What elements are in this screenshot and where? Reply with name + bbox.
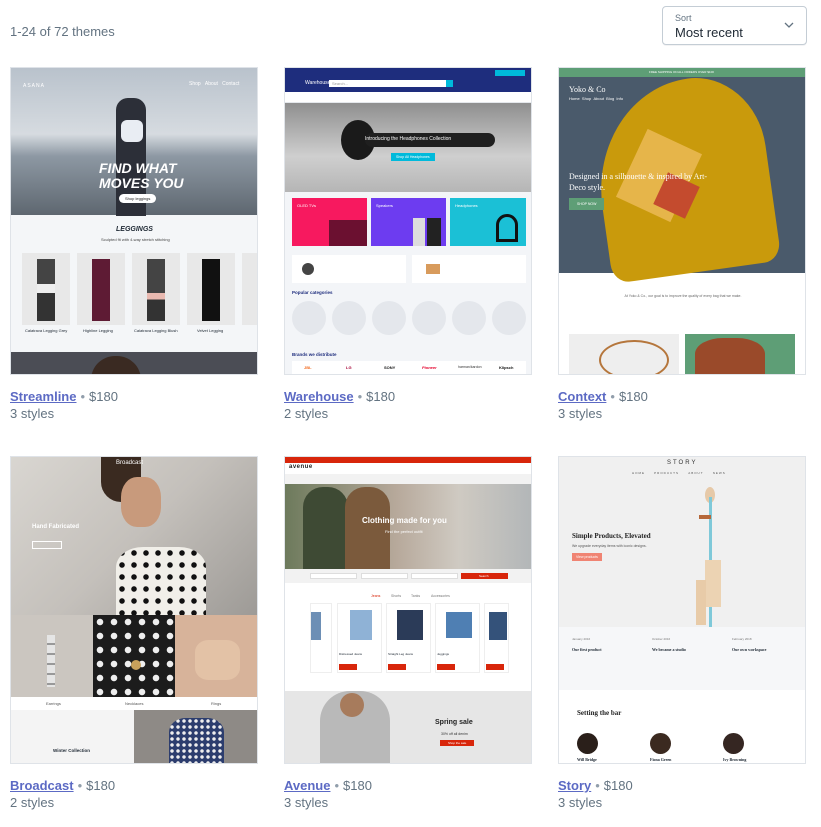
- theme-name-link[interactable]: Avenue: [284, 778, 330, 793]
- theme-styles-count: 3 styles: [10, 406, 55, 421]
- theme-name-link[interactable]: Broadcast: [10, 778, 74, 793]
- sort-select[interactable]: Sort Most recent: [662, 6, 807, 45]
- theme-name-link[interactable]: Streamline: [10, 389, 76, 404]
- theme-thumbnail[interactable]: Warehouse Search... Introducing the Head…: [284, 67, 532, 375]
- theme-styles-count: 3 styles: [558, 795, 603, 810]
- theme-card-context: FREE SHIPPING ON ALL ORDERS OVER $100 Yo…: [558, 67, 806, 421]
- theme-styles-count: 2 styles: [10, 795, 55, 810]
- theme-price: $180: [603, 778, 633, 793]
- theme-thumbnail[interactable]: STORY HOME PRODUCTS ABOUT NEWS Simple Pr…: [558, 456, 806, 764]
- theme-card-story: STORY HOME PRODUCTS ABOUT NEWS Simple Pr…: [558, 456, 806, 810]
- hero-title: FIND WHAT: [99, 160, 177, 176]
- hero-title: Clothing made for you: [362, 516, 447, 525]
- brand-logo: avenue: [289, 464, 313, 470]
- theme-styles-count: 3 styles: [284, 795, 329, 810]
- result-count: 1-24 of 72 themes: [10, 24, 115, 39]
- theme-styles-count: 3 styles: [558, 406, 603, 421]
- sort-value: Most recent: [675, 25, 743, 40]
- theme-name-link[interactable]: Story: [558, 778, 591, 793]
- theme-price: $180: [343, 778, 372, 793]
- hero-title: Designed in a silhouette & inspired by A…: [569, 172, 707, 192]
- theme-card-broadcast: Broadcast Hand Fabricated Earrings Neckl…: [10, 456, 258, 810]
- hero-image: [285, 103, 531, 192]
- theme-thumbnail[interactable]: avenue Clothing made for you Find the pe…: [284, 456, 532, 764]
- brand-logo: STORY: [667, 460, 698, 466]
- hero-image: [559, 457, 805, 627]
- brand-logo: ASANA: [23, 83, 45, 89]
- theme-price: $180: [366, 389, 396, 404]
- chevron-down-icon: [784, 22, 794, 28]
- theme-thumbnail[interactable]: ASANA Shop About Contact FIND WHAT MOVES…: [10, 67, 258, 375]
- theme-name-link[interactable]: Context: [558, 389, 606, 404]
- hero-title: Simple Products, Elevated: [572, 532, 651, 540]
- hero-cta: Shop leggings: [119, 194, 157, 203]
- theme-price: $180: [86, 778, 116, 793]
- sort-label: Sort: [675, 13, 692, 23]
- theme-card-avenue: avenue Clothing made for you Find the pe…: [284, 456, 532, 810]
- theme-styles-count: 2 styles: [284, 406, 329, 421]
- theme-price: $180: [89, 389, 118, 404]
- hero-title: Hand Fabricated: [32, 524, 80, 530]
- brand-logo: Yoko & Co: [569, 85, 606, 94]
- theme-name-link[interactable]: Warehouse: [284, 389, 354, 404]
- theme-card-warehouse: Warehouse Search... Introducing the Head…: [284, 67, 532, 421]
- theme-thumbnail[interactable]: Broadcast Hand Fabricated Earrings Neckl…: [10, 456, 258, 764]
- theme-price: $180: [618, 389, 648, 404]
- theme-thumbnail[interactable]: FREE SHIPPING ON ALL ORDERS OVER $100 Yo…: [558, 67, 806, 375]
- brand-logo: Broadcast: [116, 460, 144, 466]
- theme-card-streamline: ASANA Shop About Contact FIND WHAT MOVES…: [10, 67, 258, 421]
